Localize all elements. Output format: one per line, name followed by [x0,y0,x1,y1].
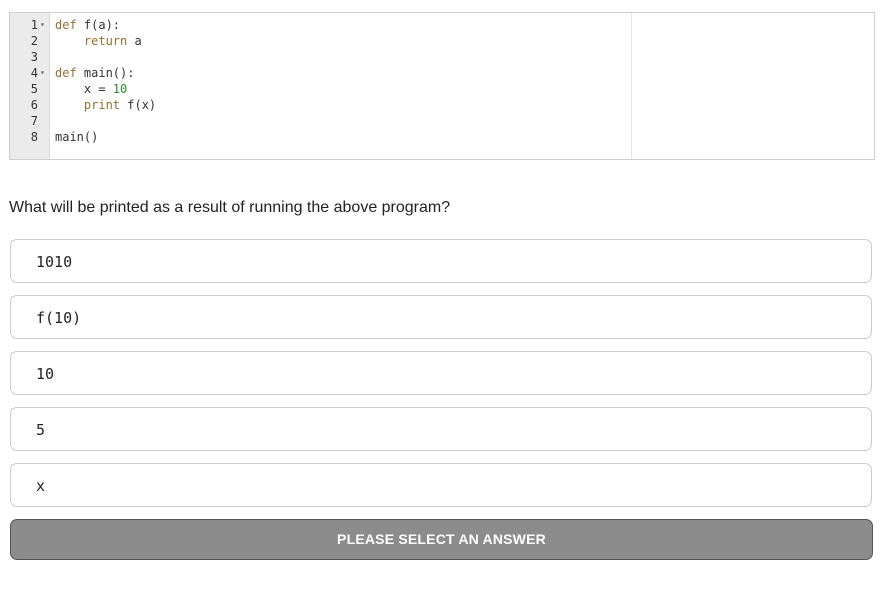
code-editor[interactable]: 1 ▾ def f(a): 2 return a 3 4 ▾ def main(): 5 x =… [9,12,875,160]
line-number: 4 [30,66,38,80]
answer-option-label: 10 [36,365,55,383]
answer-option-1[interactable]: 1010 [10,239,872,283]
answer-option-label: 5 [36,421,46,439]
line-number: 7 [30,114,38,128]
answer-option-label: 1010 [36,253,73,271]
fold-arrow-icon[interactable]: ▾ [40,65,48,81]
answer-option-label: x [36,477,46,495]
line-number: 5 [30,82,38,96]
code-text: x = 10 [55,81,127,97]
code-token: a [127,34,142,48]
question-text: What will be printed as a result of runn… [9,199,451,216]
answer-option-label: f(10) [36,309,82,327]
code-line: 4 ▾ def main(): [10,65,874,81]
code-line: 1 ▾ def f(a): [10,17,874,33]
code-token: f(x) [120,98,157,112]
code-keyword: def [55,66,77,80]
code-text: def f(a): [55,17,120,33]
code-text: print f(x) [55,97,156,113]
fold-arrow-icon[interactable]: ▾ [40,17,48,33]
answer-option-4[interactable]: 5 [10,407,872,451]
code-keyword: return [83,34,128,48]
code-token: main(): [76,66,135,80]
code-text: main() [55,129,98,145]
code-token: f(a): [76,18,121,32]
code-line: 8 main() [10,129,874,145]
code-number: 10 [112,82,128,96]
code-keyword: def [55,18,77,32]
code-text: return a [55,33,142,49]
line-number: 1 [30,18,38,32]
code-line: 7 [10,113,874,129]
answer-option-2[interactable]: f(10) [10,295,872,339]
code-line: 6 print f(x) [10,97,874,113]
code-line: 5 x = 10 [10,81,874,97]
code-text: def main(): [55,65,134,81]
submit-answer-button[interactable]: PLEASE SELECT AN ANSWER [10,519,873,560]
line-number: 3 [30,50,38,64]
code-line: 2 return a [10,33,874,49]
answer-option-3[interactable]: 10 [10,351,872,395]
code-keyword: print [83,98,121,112]
code-token: main() [55,130,99,144]
code-token: x = [55,82,113,96]
code-line: 3 [10,49,874,65]
answer-option-5[interactable]: x [10,463,872,507]
line-number: 6 [30,98,38,112]
line-number: 8 [30,130,38,144]
line-number: 2 [30,34,38,48]
